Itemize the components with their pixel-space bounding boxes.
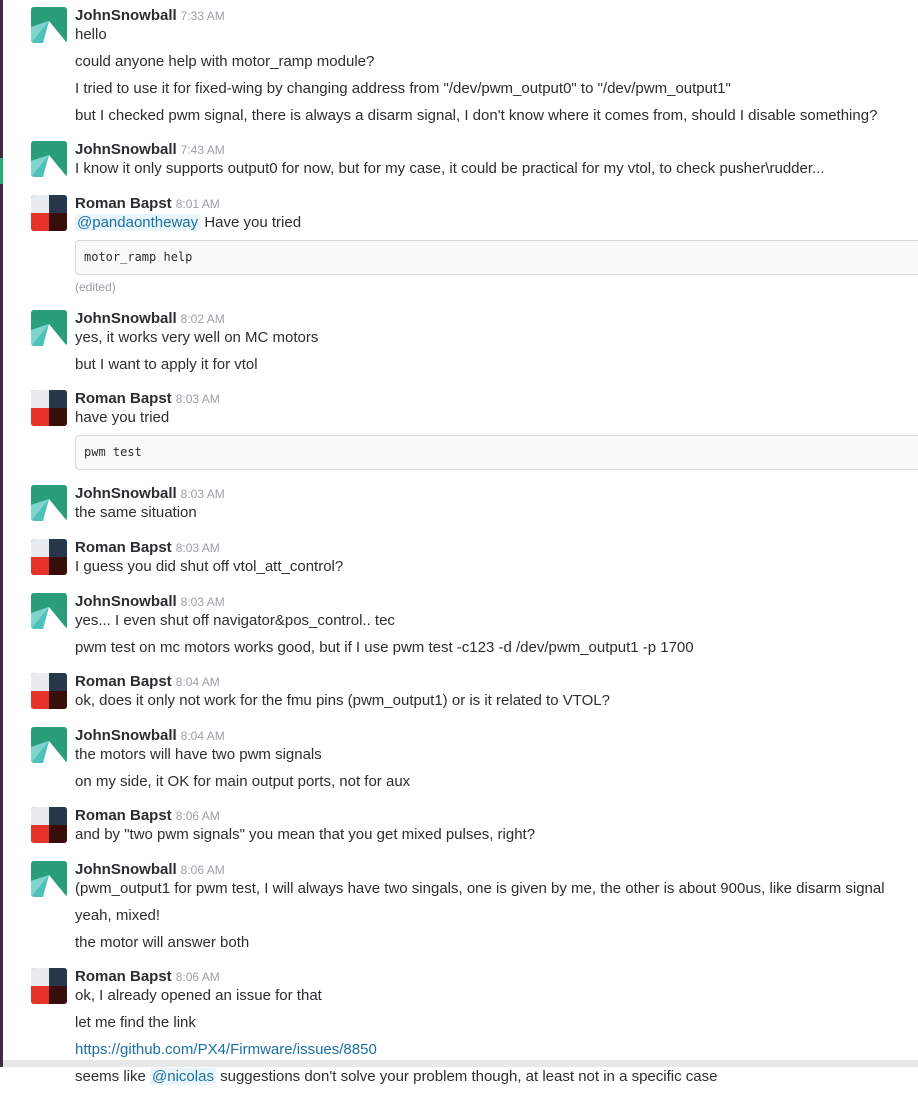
message-text: pwm test on mc motors works good, but if… — [75, 639, 694, 656]
message-text: hello — [75, 26, 107, 43]
message-text: the motors will have two pwm signals — [75, 746, 322, 763]
timestamp[interactable]: 8:03 AM — [176, 392, 220, 406]
message-group: JohnSnowball 7:43 AM I know it only suppo… — [3, 134, 918, 180]
author-name[interactable]: Roman Bapst — [75, 968, 172, 985]
message-text: but I want to apply it for vtol — [75, 356, 258, 373]
message-text: could anyone help with motor_ramp module… — [75, 53, 375, 70]
message-text: seems like @nicolas suggestions don't so… — [75, 1067, 918, 1087]
timestamp[interactable]: 8:01 AM — [176, 197, 220, 211]
avatar-roman-bapst-icon[interactable] — [31, 673, 67, 709]
message-group: JohnSnowball 8:03 AM yes... I even shut o… — [3, 586, 918, 658]
author-name[interactable]: Roman Bapst — [75, 807, 172, 824]
message-text-fragment: suggestions don't solve your problem tho… — [215, 1068, 718, 1085]
message-group: Roman Bapst 8:06 AM and by "two pwm signa… — [3, 800, 918, 846]
avatar-johnsnowball-icon[interactable] — [31, 727, 67, 763]
avatar-johnsnowball-icon[interactable] — [31, 141, 67, 177]
author-name[interactable]: JohnSnowball — [75, 727, 177, 744]
author-name[interactable]: Roman Bapst — [75, 673, 172, 690]
code-block: pwm test — [75, 435, 918, 470]
timestamp[interactable]: 8:03 AM — [181, 487, 225, 501]
author-name[interactable]: JohnSnowball — [75, 7, 177, 24]
timestamp[interactable]: 8:03 AM — [176, 541, 220, 555]
message-text: and by "two pwm signals" you mean that y… — [75, 826, 536, 843]
author-name[interactable]: JohnSnowball — [75, 593, 177, 610]
author-name[interactable]: Roman Bapst — [75, 195, 172, 212]
message-text: I know it only supports output0 for now,… — [75, 160, 825, 177]
message-group: Roman Bapst 8:06 AM ok, I already opened … — [3, 961, 918, 1087]
message-text: (pwm_output1 for pwm test, I will always… — [75, 880, 885, 897]
message-feed[interactable]: JohnSnowball 7:33 AM hello could anyone h… — [3, 0, 918, 1095]
message-text: ok, does it only not work for the fmu pi… — [75, 692, 610, 709]
author-name[interactable]: JohnSnowball — [75, 310, 177, 327]
github-issue-link[interactable]: https://github.com/PX4/Firmware/issues/8… — [75, 1041, 377, 1058]
avatar-johnsnowball-icon[interactable] — [31, 7, 67, 43]
timestamp[interactable]: 8:06 AM — [181, 863, 225, 877]
timestamp[interactable]: 8:06 AM — [176, 809, 220, 823]
avatar-roman-bapst-icon[interactable] — [31, 968, 67, 1004]
message-text: yeah, mixed! — [75, 907, 161, 924]
avatar-roman-bapst-icon[interactable] — [31, 539, 67, 575]
author-name[interactable]: JohnSnowball — [75, 141, 177, 158]
timestamp[interactable]: 8:02 AM — [181, 312, 225, 326]
avatar-roman-bapst-icon[interactable] — [31, 807, 67, 843]
message-text: the same situation — [75, 504, 197, 521]
message-text: yes... I even shut off navigator&pos_con… — [75, 612, 395, 629]
message-text: on my side, it OK for main output ports,… — [75, 773, 411, 790]
message-group: Roman Bapst 8:03 AM I guess you did shut … — [3, 532, 918, 578]
message-text-fragment: Have you tried — [200, 214, 302, 231]
message-text: ok, I already opened an issue for that — [75, 987, 322, 1004]
message-group: Roman Bapst 8:03 AM have you tried pwm te… — [3, 383, 918, 470]
message-text: yes, it works very well on MC motors — [75, 329, 319, 346]
avatar-johnsnowball-icon[interactable] — [31, 593, 67, 629]
timestamp[interactable]: 8:06 AM — [176, 970, 220, 984]
message-text: I guess you did shut off vtol_att_contro… — [75, 558, 344, 575]
avatar-johnsnowball-icon[interactable] — [31, 861, 67, 897]
timestamp[interactable]: 7:33 AM — [181, 9, 225, 23]
message-group: JohnSnowball 8:04 AM the motors will have… — [3, 720, 918, 792]
message-group: Roman Bapst 8:04 AM ok, does it only not … — [3, 666, 918, 712]
author-name[interactable]: Roman Bapst — [75, 539, 172, 556]
avatar-johnsnowball-icon[interactable] — [31, 310, 67, 346]
message-group: JohnSnowball 8:06 AM (pwm_output1 for pwm… — [3, 854, 918, 953]
timestamp[interactable]: 8:03 AM — [181, 595, 225, 609]
code-block: motor_ramp help — [75, 240, 918, 275]
timestamp[interactable]: 7:43 AM — [181, 143, 225, 157]
message-group: Roman Bapst 8:01 AM @pandaontheway Have y… — [3, 188, 918, 295]
author-name[interactable]: JohnSnowball — [75, 861, 177, 878]
message-text-fragment: seems like — [75, 1068, 151, 1085]
message-text: have you tried — [75, 409, 170, 426]
message-group: JohnSnowball 8:02 AM yes, it works very w… — [3, 303, 918, 375]
user-mention[interactable]: @pandaontheway — [75, 214, 201, 231]
message-group: JohnSnowball 8:03 AM the same situation — [3, 478, 918, 524]
message-text: but I checked pwm signal, there is alway… — [75, 107, 878, 124]
message-group: JohnSnowball 7:33 AM hello could anyone h… — [3, 0, 918, 126]
timestamp[interactable]: 8:04 AM — [176, 675, 220, 689]
edited-label: (edited) — [75, 280, 116, 294]
timestamp[interactable]: 8:04 AM — [181, 729, 225, 743]
message-text: the motor will answer both — [75, 934, 250, 951]
user-mention[interactable]: @nicolas — [150, 1068, 216, 1085]
author-name[interactable]: JohnSnowball — [75, 485, 177, 502]
avatar-johnsnowball-icon[interactable] — [31, 485, 67, 521]
message-text: @pandaontheway Have you tried — [75, 213, 918, 233]
link-line: https://github.com/PX4/Firmware/issues/8… — [75, 1040, 918, 1060]
avatar-roman-bapst-icon[interactable] — [31, 390, 67, 426]
avatar-roman-bapst-icon[interactable] — [31, 195, 67, 231]
message-text: let me find the link — [75, 1014, 196, 1031]
message-text: I tried to use it for fixed-wing by chan… — [75, 80, 731, 97]
bottom-divider — [3, 1060, 918, 1067]
author-name[interactable]: Roman Bapst — [75, 390, 172, 407]
